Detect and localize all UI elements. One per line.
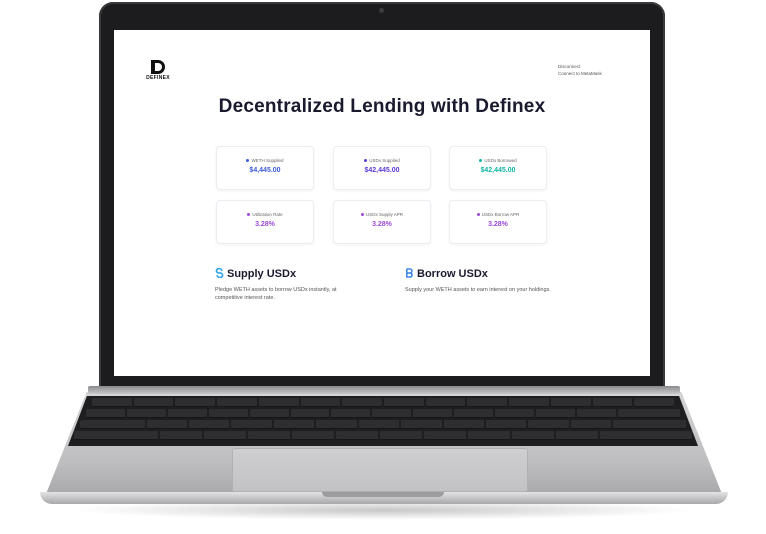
keyboard-row: [68, 398, 698, 407]
stat-card-supply-apr: USDx Supply APR 3.28%: [333, 200, 431, 244]
laptop-hinge: [88, 386, 680, 394]
supply-icon: [215, 268, 224, 278]
borrow-description: Supply your WETH assets to earn interest…: [405, 287, 551, 293]
stat-card-utilization-rate: Utilization Rate 3.28%: [216, 200, 314, 244]
supply-description: Pledge WETH assets to borrow USDx instan…: [215, 287, 337, 301]
keyboard-row: [68, 431, 698, 440]
stat-value: $42,445.00: [364, 167, 400, 174]
dot-icon: [364, 159, 368, 163]
supply-title: Supply USDx: [227, 268, 297, 280]
keyboard: [68, 396, 698, 446]
stat-card-usdx-borrowed: USDx Borrowed $42,445.00: [449, 146, 547, 190]
borrow-icon: [406, 268, 413, 278]
logo-icon: [151, 60, 165, 74]
trackpad: [232, 448, 528, 492]
borrow-section[interactable]: Borrow USDx Supply your WETH assets to e…: [405, 268, 555, 294]
laptop-screen: DEFINEX Disconnect Connect to MetaMask D…: [114, 30, 650, 376]
stat-card-weth-supplied: WETH Supplied $4,445.00: [216, 146, 314, 190]
dot-icon: [246, 159, 250, 163]
definex-logo[interactable]: DEFINEX: [138, 60, 178, 81]
stat-label: USDx Borrow APR: [481, 212, 520, 217]
stat-card-usdx-supplied: USDx Supplied $42,445.00: [333, 146, 431, 190]
page-title: Decentralized Lending with Definex: [218, 96, 546, 117]
dot-icon: [360, 213, 364, 217]
logo-text: DEFINEX: [146, 75, 170, 81]
dot-icon: [479, 159, 483, 163]
stat-value: 3.28%: [488, 221, 508, 228]
stat-card-borrow-apr: USDx Borrow APR 3.28%: [449, 200, 547, 244]
stat-value: $4,445.00: [249, 167, 281, 174]
camera-icon: [379, 8, 384, 13]
wallet-menu: Disconnect Connect to MetaMask: [558, 63, 638, 77]
stat-value: $42,445.00: [480, 167, 516, 174]
dot-icon: [247, 213, 251, 217]
stat-label: USDx Supplied: [369, 158, 400, 163]
disconnect-link[interactable]: Disconnect: [558, 63, 638, 70]
laptop-notch: [322, 492, 444, 497]
connect-metamask-link[interactable]: Connect to MetaMask: [558, 70, 638, 77]
stat-label: USDx Supply APR: [365, 212, 403, 217]
stat-value: 3.28%: [372, 221, 392, 228]
borrow-title: Borrow USDx: [417, 268, 488, 280]
keyboard-row: [68, 420, 698, 429]
keyboard-row: [68, 409, 698, 418]
stat-label: Utilization Rate: [252, 212, 283, 217]
dot-icon: [476, 213, 480, 217]
stat-label: USDx Borrowed: [484, 158, 517, 163]
supply-section[interactable]: Supply USDx Pledge WETH assets to borrow…: [215, 268, 365, 302]
stat-value: 3.28%: [255, 221, 275, 228]
stat-label: WETH Supplied: [251, 158, 284, 163]
